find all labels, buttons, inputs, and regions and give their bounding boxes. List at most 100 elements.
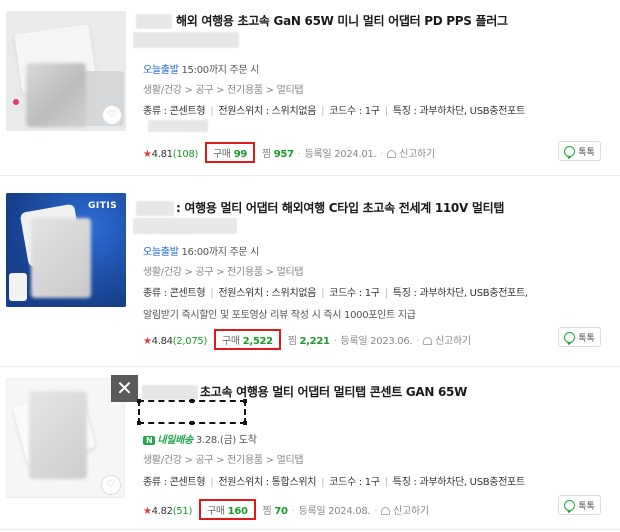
- registration-date: 등록일 2023.06.: [340, 336, 413, 347]
- review-count[interactable]: (2,075): [173, 336, 208, 347]
- spec-cords: 코드수 : 1구: [329, 106, 380, 117]
- product-image[interactable]: ♡: [6, 11, 126, 131]
- registration-date: 등록일 2024.01.: [304, 149, 377, 160]
- delivery-time: 15:00까지 주문 시: [181, 65, 260, 76]
- bell-icon: [381, 507, 391, 515]
- chat-bubble-icon: [564, 331, 576, 343]
- zzim-count: 70: [274, 506, 288, 517]
- product-title[interactable]: : 여행용 멀티 어댑터 해외여행 C타입 초고속 전세계 110V 멀티탭: [176, 201, 504, 215]
- product-stats: ★4.84(2,075) 구매 2,522 찜 2,221 · 등록일 2023.0…: [143, 329, 471, 350]
- selection-box[interactable]: [137, 399, 247, 425]
- resize-handle[interactable]: [243, 399, 247, 403]
- talk-label: 톡톡: [578, 501, 595, 512]
- talk-button[interactable]: 톡톡: [558, 495, 601, 515]
- delivery-badge: N: [143, 436, 156, 445]
- zzim-label: 찜: [261, 149, 271, 160]
- product-specs: 종류 : 콘센트형 | 전원스위치 : 스위치없음 | 코드수 : 1구 | 특징 : 과부…: [143, 106, 525, 117]
- product-stats: ★4.82(51) 구매 160 찜 70 · 등록일 2024.08. · 신고하기: [143, 499, 429, 520]
- purchase-count: 160: [227, 506, 248, 517]
- product-stats: ★4.81(108) 구매 99 찜 957 · 등록일 2024.01. · 신고하기: [143, 142, 435, 163]
- registration-date: 등록일 2024.08.: [298, 506, 371, 517]
- star-icon: ★: [143, 336, 152, 347]
- brand-logo: GITIS: [88, 201, 118, 211]
- spec-type: 종류 : 콘센트형: [143, 288, 206, 299]
- category-breadcrumb[interactable]: 생활/건강 > 공구 > 전기용품 > 멀티탭: [143, 81, 304, 96]
- rating: 4.82: [151, 506, 173, 517]
- purchase-count-box: 구매 99: [205, 142, 256, 163]
- item-divider: [0, 175, 620, 176]
- review-count[interactable]: (108): [173, 149, 199, 160]
- wishlist-heart-icon[interactable]: ♡: [101, 475, 121, 495]
- spec-features: 특징 : 과부하차단, USB충전포트,: [392, 288, 528, 299]
- brand-mask: [133, 32, 239, 48]
- delivery-badge: 오늘출발: [143, 65, 179, 76]
- extra-mask: [148, 120, 208, 132]
- item-divider: [0, 529, 620, 530]
- spec-cords: 코드수 : 1구: [329, 288, 380, 299]
- purchase-count-box: 구매 160: [198, 499, 256, 520]
- resize-handle[interactable]: [243, 421, 247, 425]
- product-title-row[interactable]: 해외 여행용 초고속 GaN 65W 미니 멀티 어댑터 PD PPS 플러그: [136, 12, 508, 29]
- product-title[interactable]: 해외 여행용 초고속 GaN 65W 미니 멀티 어댑터 PD PPS 플러그: [176, 14, 508, 28]
- product-title[interactable]: 초고속 여행용 멀티 어댑터 멀티탭 콘센트 GAN 65W: [200, 385, 467, 399]
- talk-label: 톡톡: [578, 333, 595, 344]
- spec-type: 종류 : 콘센트형: [143, 477, 206, 488]
- wishlist-heart-icon[interactable]: ♡: [102, 105, 122, 125]
- report-label[interactable]: 신고하기: [393, 506, 429, 517]
- resize-handle[interactable]: [137, 421, 141, 425]
- chat-bubble-icon: [564, 499, 576, 511]
- talk-button[interactable]: 톡톡: [558, 141, 601, 161]
- rating: 4.81: [151, 149, 173, 160]
- purchase-count: 2,522: [242, 336, 273, 347]
- star-icon: ★: [143, 506, 152, 517]
- brand-mask: [133, 218, 237, 234]
- zzim-label: 찜: [262, 506, 272, 517]
- category-breadcrumb[interactable]: 생활/건강 > 공구 > 전기용품 > 멀티탭: [143, 451, 304, 466]
- product-specs: 종류 : 콘센트형 | 전원스위치 : 스위치없음 | 코드수 : 1구 | 특징 : 과부…: [143, 288, 528, 299]
- spec-features: 특징 : 과부하차단, USB충전포트: [392, 106, 525, 117]
- resize-handle[interactable]: [190, 399, 194, 403]
- zzim-count: 957: [273, 149, 294, 160]
- spec-features: 특징 : 과부하차단, USB충전포트: [392, 477, 525, 488]
- delivery-info: N 내일배송 3.28.(금) 도착: [143, 431, 257, 446]
- report-label[interactable]: 신고하기: [399, 149, 435, 160]
- resize-handle[interactable]: [137, 399, 141, 403]
- review-count[interactable]: (51): [173, 506, 193, 517]
- delivery-info: 오늘출발 16:00까지 주문 시: [143, 243, 259, 258]
- zzim-label: 찜: [287, 336, 297, 347]
- promo-text: 알림받기 즉시할인 및 포토영상 리뷰 작성 시 즉시 1000포인트 지급: [143, 310, 416, 321]
- report-label[interactable]: 신고하기: [435, 336, 471, 347]
- resize-handle[interactable]: [190, 421, 194, 425]
- purchase-label: 구매: [213, 149, 231, 160]
- bell-icon: [423, 337, 433, 345]
- product-title-row[interactable]: : 여행용 멀티 어댑터 해외여행 C타입 초고속 전세계 110V 멀티탭: [136, 199, 504, 216]
- product-image[interactable]: ♡: [6, 378, 125, 498]
- category-breadcrumb[interactable]: 생활/건강 > 공구 > 전기용품 > 멀티탭: [143, 263, 304, 278]
- purchase-count: 99: [233, 149, 248, 160]
- zzim-count: 2,221: [299, 336, 330, 347]
- product-item: ♡ 초고속 여행용 멀티 어댑터 멀티탭 콘센트 GAN 65W N 내일배송 3…: [0, 375, 620, 532]
- delivery-info: 오늘출발 15:00까지 주문 시: [143, 61, 259, 76]
- close-icon[interactable]: ✕: [111, 375, 138, 402]
- chat-bubble-icon: [564, 145, 576, 157]
- item-divider: [0, 366, 620, 367]
- delivery-badge: 오늘출발: [143, 247, 179, 258]
- purchase-label: 구매: [221, 336, 240, 347]
- purchase-label: 구매: [206, 506, 225, 517]
- product-item: GITIS : 여행용 멀티 어댑터 해외여행 C타입 초고속 전세계 110V…: [0, 186, 620, 366]
- report-link[interactable]: 신고하기: [423, 336, 471, 347]
- purchase-count-box: 구매 2,522: [213, 329, 281, 350]
- talk-button[interactable]: 톡톡: [558, 327, 601, 347]
- rating: 4.84: [151, 336, 173, 347]
- talk-label: 톡톡: [578, 147, 595, 158]
- product-image[interactable]: GITIS: [6, 193, 126, 307]
- bell-icon: [387, 150, 397, 158]
- report-link[interactable]: 신고하기: [387, 149, 435, 160]
- product-title-row[interactable]: 초고속 여행용 멀티 어댑터 멀티탭 콘센트 GAN 65W: [142, 383, 467, 400]
- spec-switch: 전원스위치 : 스위치없음: [218, 106, 317, 117]
- spec-type: 종류 : 콘센트형: [143, 106, 206, 117]
- report-link[interactable]: 신고하기: [381, 506, 429, 517]
- delivery-time: 16:00까지 주문 시: [181, 247, 260, 258]
- spec-switch: 전원스위치 : 통합스위치: [218, 477, 317, 488]
- product-item: ♡ 해외 여행용 초고속 GaN 65W 미니 멀티 어댑터 PD PPS 플러…: [0, 0, 620, 170]
